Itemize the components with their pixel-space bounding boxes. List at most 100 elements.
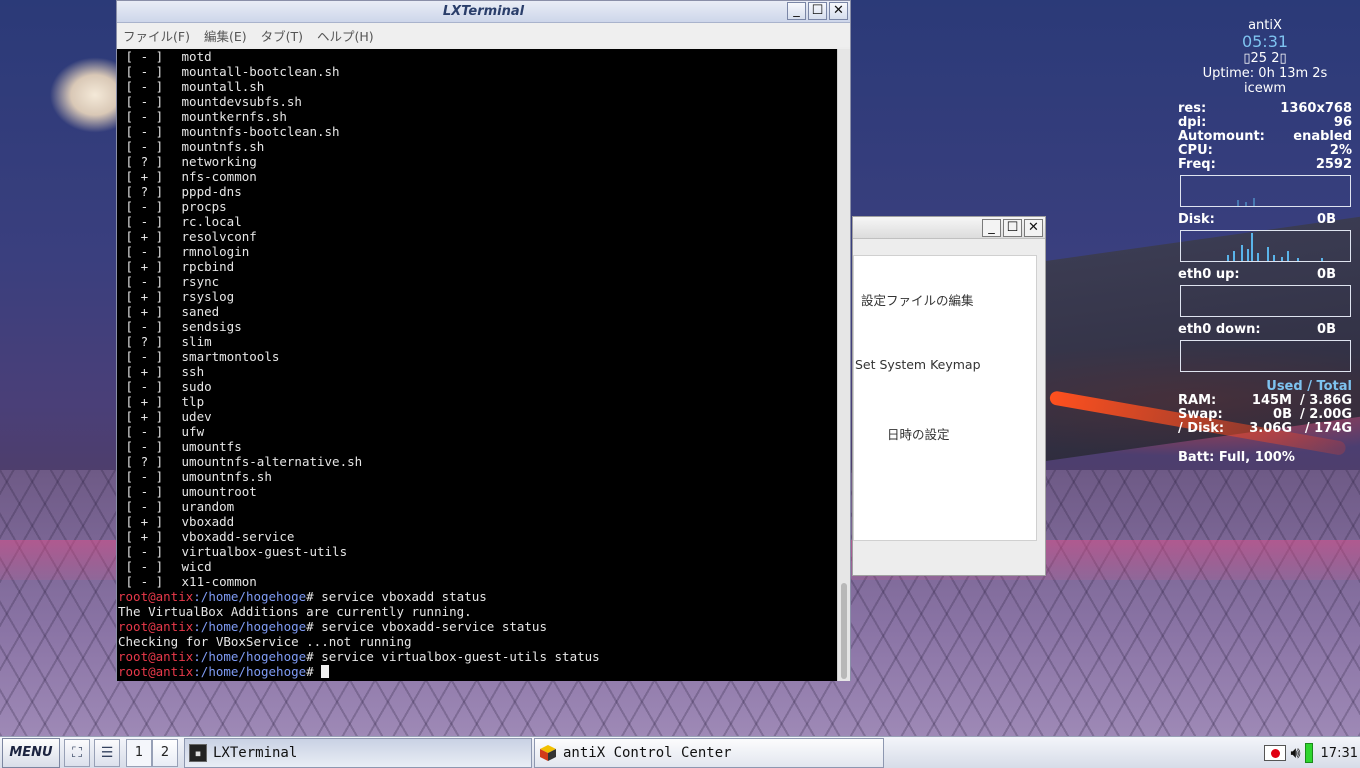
service-status: [ + ]: [125, 169, 164, 184]
prompt-user: root@antix: [118, 589, 194, 604]
control-center-titlebar[interactable]: _ ☐ ✕: [853, 217, 1045, 239]
close-button[interactable]: ✕: [1024, 218, 1043, 237]
stat-label: CPU:: [1178, 143, 1213, 158]
service-name: sendsigs: [181, 319, 242, 334]
control-center-window[interactable]: _ ☐ ✕ 設定ファイルの編集 Set System Keymap 日時の設定: [852, 216, 1046, 576]
stat-label: dpi:: [1178, 115, 1207, 130]
scrollbar-thumb[interactable]: [841, 583, 847, 679]
command-text: service vboxadd-service status: [321, 619, 547, 634]
service-name: networking: [181, 154, 257, 169]
workspace-2-button[interactable]: 2: [152, 738, 178, 767]
service-line: [ - ] mountdevsubfs.sh: [118, 94, 838, 109]
prompt-line: root@antix:/home/hogehoge# service vboxa…: [118, 589, 838, 604]
volume-icon[interactable]: 🔊︎: [1290, 743, 1300, 763]
conky-battery: Batt: Full, 100%: [1178, 450, 1295, 465]
window-controls: _ ☐ ✕: [787, 2, 848, 20]
service-line: [ - ] x11-common: [118, 574, 838, 589]
taskbar-clock[interactable]: 17:31: [1321, 746, 1358, 761]
prompt-path: :/home/hogehoge: [193, 649, 307, 664]
output-text: The VirtualBox Additions are currently r…: [118, 604, 472, 619]
prompt-path: :/home/hogehoge: [193, 664, 307, 679]
minimize-button[interactable]: _: [982, 218, 1001, 237]
task-lxterminal[interactable]: ▪ LXTerminal: [184, 737, 532, 768]
show-desktop-icon[interactable]: ⛶: [64, 738, 90, 767]
taskbar: MENU ⛶ ☰ 1 2 ▪ LXTerminal antiX Control …: [0, 736, 1360, 768]
service-name: vboxadd-service: [181, 529, 295, 544]
prompt-sign: #: [306, 619, 322, 634]
terminal-output[interactable]: [ - ] motd [ - ] mountall-bootclean.sh [ -…: [117, 49, 838, 681]
close-button[interactable]: ✕: [829, 2, 848, 20]
window-title: LXTerminal: [442, 4, 525, 19]
service-status: [ - ]: [125, 379, 164, 394]
service-line: [ - ] rmnologin: [118, 244, 838, 259]
service-status: [ - ]: [125, 439, 164, 454]
conky-eth-down-row: eth0 down: 0B: [1178, 322, 1336, 337]
conky-memory-table: RAM: 145M / 3.86G Swap: 0B / 2.00G / Disk: 3.06…: [1178, 394, 1352, 436]
prompt-line: root@antix:/home/hogehoge# service vboxa…: [118, 619, 838, 634]
input-method-flag-icon[interactable]: [1264, 745, 1287, 761]
minimize-button[interactable]: _: [787, 2, 806, 20]
conky-eth-up-row: eth0 up: 0B: [1178, 267, 1336, 282]
conky-uptime: Uptime: 0h 13m 2s: [1202, 66, 1328, 81]
service-status: [ ? ]: [125, 154, 164, 169]
disk-graph: [1180, 230, 1351, 262]
start-menu-button[interactable]: MENU: [2, 737, 60, 768]
menu-help[interactable]: ヘルプ(H): [317, 26, 374, 45]
lxterminal-window[interactable]: LXTerminal _ ☐ ✕ ファイル(F) 編集(E) タブ(T) ヘルプ…: [116, 0, 851, 681]
service-status: [ - ]: [125, 79, 164, 94]
service-name: mountall.sh: [181, 79, 265, 94]
battery-icon[interactable]: [1304, 743, 1313, 763]
edit-config-files-link[interactable]: 設定ファイルの編集: [861, 290, 974, 309]
service-status: [ - ]: [125, 214, 164, 229]
terminal-scrollbar[interactable]: [837, 49, 850, 681]
mem-label: Swap:: [1178, 407, 1223, 422]
service-status: [ - ]: [125, 484, 164, 499]
workspace-1-button[interactable]: 1: [126, 738, 152, 767]
service-name: rpcbind: [181, 259, 235, 274]
service-line: [ - ] mountall.sh: [118, 79, 838, 94]
conky-stat-row: Automount: enabled: [1178, 130, 1352, 144]
service-status: [ - ]: [125, 49, 164, 64]
prompt-user: root@antix: [118, 649, 194, 664]
system-keymap-link[interactable]: Set System Keymap: [855, 357, 981, 372]
service-line: [ - ] procps: [118, 199, 838, 214]
service-name: rc.local: [181, 214, 242, 229]
service-line: [ - ] rsync: [118, 274, 838, 289]
service-line: [ ? ] pppd-dns: [118, 184, 838, 199]
date-time-link[interactable]: 日時の設定: [887, 424, 950, 443]
terminal-titlebar[interactable]: LXTerminal _ ☐ ✕: [117, 1, 850, 23]
maximize-button[interactable]: ☐: [808, 2, 827, 20]
service-line: [ - ] mountnfs.sh: [118, 139, 838, 154]
menu-tabs[interactable]: タブ(T): [261, 26, 303, 45]
maximize-button[interactable]: ☐: [1003, 218, 1022, 237]
conky-mem-row: RAM: 145M / 3.86G: [1178, 394, 1352, 408]
conky-date: ▯25 2▯: [1243, 51, 1287, 66]
mem-total: / 2.00G: [1299, 407, 1352, 422]
window-list-icon[interactable]: ☰: [94, 738, 120, 767]
service-status: [ + ]: [125, 514, 164, 529]
service-name: x11-common: [181, 574, 257, 589]
stat-label: Freq:: [1178, 157, 1216, 172]
prompt-sign: #: [306, 589, 322, 604]
prompt-path: :/home/hogehoge: [193, 619, 307, 634]
task-antix-control-center[interactable]: antiX Control Center: [534, 737, 884, 768]
output-line: Checking for VBoxService ...not running: [118, 634, 838, 649]
menu-file[interactable]: ファイル(F): [123, 26, 190, 45]
mem-used: 0B: [1273, 407, 1292, 422]
conky-mem-row: Swap: 0B / 2.00G: [1178, 408, 1352, 422]
service-name: mountall-bootclean.sh: [181, 64, 340, 79]
conky-used-total-header: Used / Total: [1266, 379, 1352, 394]
service-line: [ - ] wicd: [118, 559, 838, 574]
service-status: [ + ]: [125, 394, 164, 409]
menu-edit[interactable]: 編集(E): [204, 26, 247, 45]
output-text: Checking for VBoxService ...not running: [118, 634, 412, 649]
service-line: [ + ] tlp: [118, 394, 838, 409]
service-line: [ - ] mountnfs-bootclean.sh: [118, 124, 838, 139]
service-status: [ - ]: [125, 544, 164, 559]
mem-label: / Disk:: [1178, 421, 1225, 436]
service-name: smartmontools: [181, 349, 280, 364]
service-name: rsync: [181, 274, 220, 289]
service-name: umountnfs.sh: [181, 469, 272, 484]
service-status: [ ? ]: [125, 334, 164, 349]
service-line: [ + ] vboxadd-service: [118, 529, 838, 544]
